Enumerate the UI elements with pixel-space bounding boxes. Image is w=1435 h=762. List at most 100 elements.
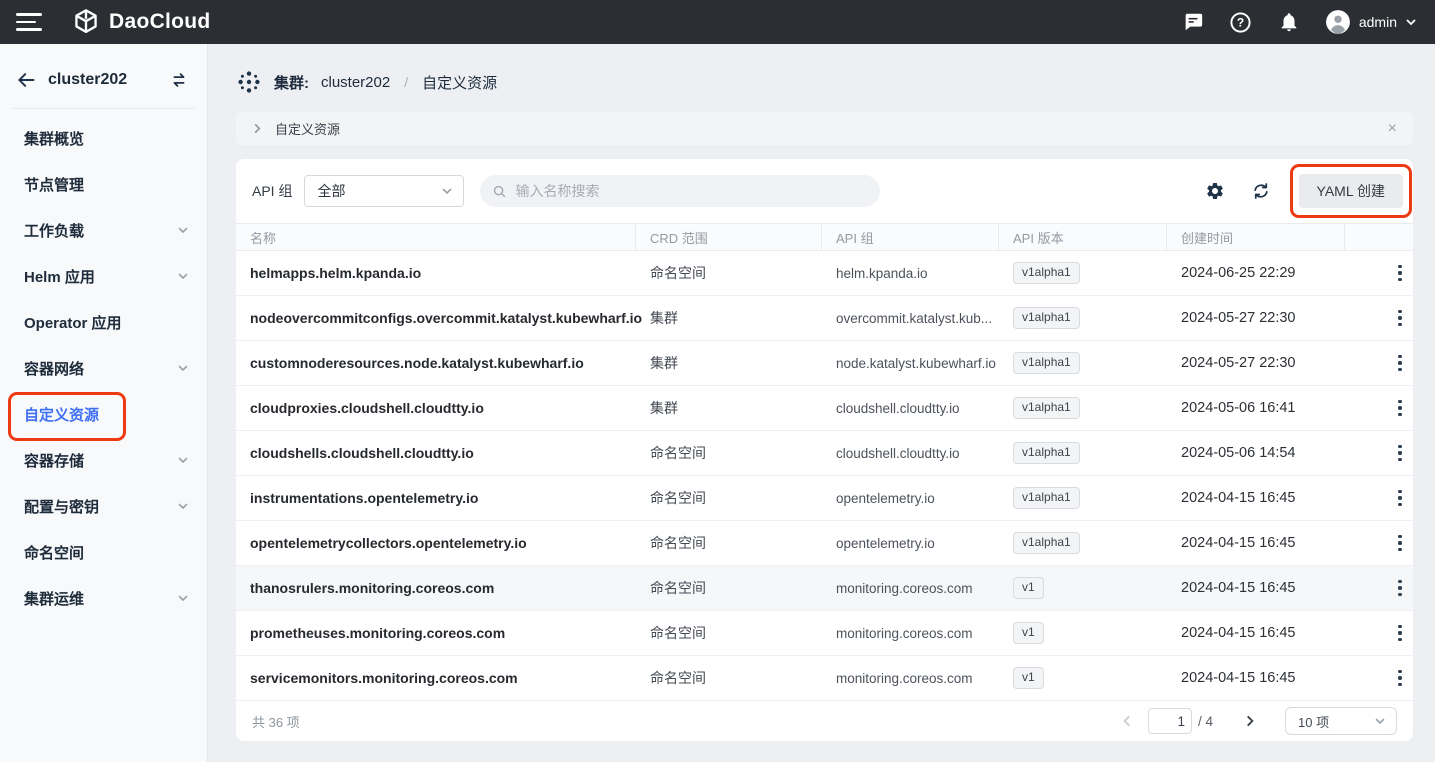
sidebar-item-10[interactable]: 集群运维 (0, 575, 207, 621)
row-actions-kebab-icon[interactable] (1387, 485, 1413, 511)
table-row: instrumentations.opentelemetry.io命名空间ope… (236, 476, 1413, 521)
chevron-down-icon (441, 185, 453, 197)
sidebar-item-9[interactable]: 命名空间 (0, 529, 207, 575)
breadcrumb-page: 自定义资源 (422, 72, 497, 93)
sidebar-item-7[interactable]: 容器存储 (0, 437, 207, 483)
gear-icon[interactable] (1203, 179, 1227, 203)
row-actions-kebab-icon[interactable] (1387, 620, 1413, 646)
api-group-select[interactable]: 全部 (304, 175, 464, 207)
chevron-down-icon (177, 224, 189, 236)
row-actions-kebab-icon[interactable] (1387, 350, 1413, 376)
row-actions-kebab-icon[interactable] (1387, 665, 1413, 691)
page-number-input[interactable] (1148, 708, 1192, 734)
crd-scope: 命名空间 (650, 578, 706, 598)
menu-icon[interactable] (16, 9, 42, 35)
table-row: helmapps.helm.kpanda.io命名空间helm.kpanda.i… (236, 251, 1413, 296)
daocloud-cube-icon (72, 8, 100, 36)
sidebar-item-2[interactable]: 工作负载 (0, 207, 207, 253)
crd-name[interactable]: servicemonitors.monitoring.coreos.com (250, 670, 518, 686)
sidebar: cluster202 集群概览节点管理工作负载Helm 应用Operator 应… (0, 44, 208, 762)
crd-name[interactable]: customnoderesources.node.katalyst.kubewh… (250, 355, 584, 371)
crd-scope: 命名空间 (650, 533, 706, 553)
back-arrow-icon[interactable] (16, 70, 36, 90)
sidebar-item-label: 集群概览 (24, 128, 84, 149)
table-footer: 共 36 项 / 4 10 项 (236, 701, 1413, 741)
table-row: thanosrulers.monitoring.coreos.com命名空间mo… (236, 566, 1413, 611)
bell-icon[interactable] (1277, 10, 1301, 34)
crd-name[interactable]: cloudproxies.cloudshell.cloudtty.io (250, 400, 484, 416)
sidebar-item-label: 命名空间 (24, 542, 84, 563)
breadcrumb-cluster[interactable]: cluster202 (321, 74, 390, 91)
sidebar-item-label: 容器网络 (24, 358, 84, 379)
sidebar-item-4[interactable]: Operator 应用 (0, 299, 207, 345)
api-group: overcommit.katalyst.kub... (836, 311, 992, 326)
sidebar-item-5[interactable]: 容器网络 (0, 345, 207, 391)
sidebar-item-label: 容器存储 (24, 450, 84, 471)
sidebar-item-0[interactable]: 集群概览 (0, 115, 207, 161)
crd-name[interactable]: nodeovercommitconfigs.overcommit.katalys… (250, 310, 642, 326)
row-actions-kebab-icon[interactable] (1387, 575, 1413, 601)
close-icon[interactable]: × (1388, 121, 1397, 137)
api-group-label: API 组 (252, 181, 292, 201)
row-actions-kebab-icon[interactable] (1387, 395, 1413, 421)
help-icon[interactable]: ? (1229, 10, 1253, 34)
created-time: 2024-05-27 22:30 (1181, 310, 1296, 326)
column-header-actions (1345, 224, 1413, 250)
sidebar-item-3[interactable]: Helm 应用 (0, 253, 207, 299)
api-group: cloudshell.cloudtty.io (836, 446, 960, 461)
row-actions-kebab-icon[interactable] (1387, 305, 1413, 331)
chevron-down-icon (1374, 715, 1386, 727)
sidebar-divider (12, 108, 195, 109)
table-row: servicemonitors.monitoring.coreos.com 命名空… (236, 656, 1413, 701)
brand-logo[interactable]: DaoCloud (72, 8, 211, 36)
chat-icon[interactable] (1181, 10, 1205, 34)
api-group: helm.kpanda.io (836, 266, 928, 281)
page-size-select[interactable]: 10 项 (1285, 707, 1397, 735)
sidebar-item-8[interactable]: 配置与密钥 (0, 483, 207, 529)
crd-name[interactable]: cloudshells.cloudshell.cloudtty.io (250, 445, 474, 461)
yaml-create-button[interactable]: YAML 创建 (1299, 174, 1403, 208)
api-group: monitoring.coreos.com (836, 671, 973, 686)
crd-name[interactable]: thanosrulers.monitoring.coreos.com (250, 580, 494, 596)
sidebar-item-6[interactable]: 自定义资源 (0, 391, 207, 437)
table-toolbar: API 组 全部 (236, 159, 1413, 223)
page-total: / 4 (1198, 714, 1213, 729)
crd-scope: 命名空间 (650, 623, 706, 643)
crd-name[interactable]: opentelemetrycollectors.opentelemetry.io (250, 535, 527, 551)
chevron-right-icon[interactable] (252, 123, 263, 134)
table-row: cloudshells.cloudshell.cloudtty.io命名空间cl… (236, 431, 1413, 476)
crd-scope: 命名空间 (650, 668, 706, 688)
sidebar-item-label: 自定义资源 (24, 404, 99, 425)
crd-name[interactable]: helmapps.helm.kpanda.io (250, 265, 421, 281)
cluster-dots-icon (236, 69, 262, 95)
switch-cluster-icon[interactable] (169, 70, 189, 90)
api-group: opentelemetry.io (836, 491, 935, 506)
prev-page-icon[interactable] (1120, 714, 1134, 728)
search-icon (492, 184, 507, 199)
refresh-icon[interactable] (1249, 179, 1273, 203)
row-actions-kebab-icon[interactable] (1387, 440, 1413, 466)
api-version-badge: v1alpha1 (1013, 487, 1080, 508)
table-row: nodeovercommitconfigs.overcommit.katalys… (236, 296, 1413, 341)
username: admin (1359, 14, 1397, 30)
next-page-icon[interactable] (1243, 714, 1257, 728)
crd-name[interactable]: instrumentations.opentelemetry.io (250, 490, 478, 506)
table-row: opentelemetrycollectors.opentelemetry.io… (236, 521, 1413, 566)
created-time: 2024-04-15 16:45 (1181, 580, 1296, 596)
row-actions-kebab-icon[interactable] (1387, 260, 1413, 286)
breadcrumb: 集群: cluster202 / 自定义资源 (236, 60, 1413, 104)
content-card: API 组 全部 (236, 159, 1413, 741)
column-header-created: 创建时间 (1167, 224, 1345, 250)
chevron-down-icon (177, 592, 189, 604)
avatar (1325, 9, 1351, 35)
api-version-badge: v1alpha1 (1013, 397, 1080, 418)
sidebar-item-1[interactable]: 节点管理 (0, 161, 207, 207)
page-size-value: 10 项 (1298, 712, 1374, 731)
crd-name[interactable]: prometheuses.monitoring.coreos.com (250, 625, 505, 641)
created-time: 2024-04-15 16:45 (1181, 535, 1296, 551)
top-navbar: DaoCloud ? admin (0, 0, 1435, 44)
table-row: cloudproxies.cloudshell.cloudtty.io集群clo… (236, 386, 1413, 431)
user-menu[interactable]: admin (1325, 9, 1417, 35)
row-actions-kebab-icon[interactable] (1387, 530, 1413, 556)
search-input[interactable] (515, 183, 868, 199)
